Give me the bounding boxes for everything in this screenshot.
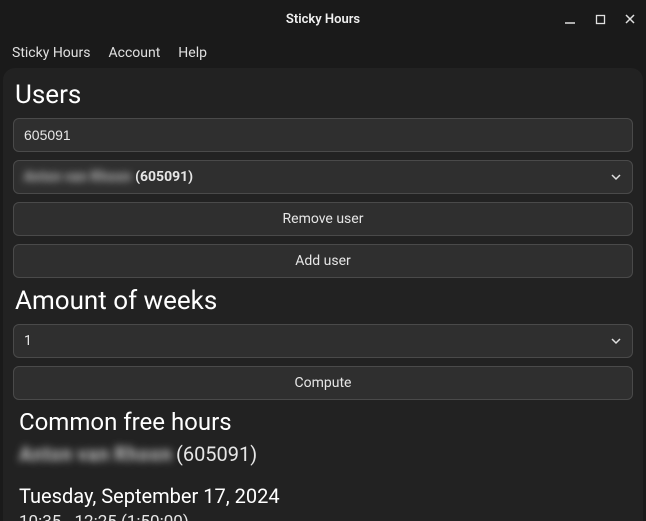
window-title: Sticky Hours: [286, 12, 360, 27]
minimize-icon[interactable]: [562, 11, 578, 27]
client-area: Users Anton van Rhoon (605091) Remove us…: [3, 68, 643, 521]
results-date: Tuesday, September 17, 2024: [19, 484, 627, 508]
menu-help[interactable]: Help: [178, 45, 207, 61]
weeks-heading: Amount of weeks: [15, 286, 631, 316]
weeks-select-value: 1: [24, 333, 32, 349]
user-select-value: Anton van Rhoon (605091): [24, 169, 193, 185]
remove-user-button[interactable]: Remove user: [13, 202, 633, 236]
user-select[interactable]: Anton van Rhoon (605091): [13, 160, 633, 194]
user-select-name-blurred: Anton van Rhoon: [24, 169, 131, 185]
maximize-icon[interactable]: [592, 11, 608, 27]
results-heading: Common free hours: [19, 408, 627, 436]
results-user-id: (605091): [176, 442, 257, 466]
close-icon[interactable]: [622, 11, 638, 27]
add-user-button[interactable]: Add user: [13, 244, 633, 278]
results-panel: Common free hours Anton van Rhoon (60509…: [13, 408, 633, 521]
menu-account[interactable]: Account: [108, 45, 160, 61]
menubar: Sticky Hours Account Help: [0, 38, 646, 68]
user-search-input[interactable]: [13, 118, 633, 152]
menu-sticky-hours[interactable]: Sticky Hours: [12, 45, 90, 61]
compute-button[interactable]: Compute: [13, 366, 633, 400]
chevron-down-icon: [610, 335, 622, 347]
window-controls: [562, 0, 638, 38]
results-time-slot: 10:35 - 12:25 (1:50:00): [19, 512, 627, 521]
chevron-down-icon: [610, 171, 622, 183]
users-heading: Users: [15, 80, 631, 110]
weeks-select[interactable]: 1: [13, 324, 633, 358]
results-user-line: Anton van Rhoon (605091): [19, 442, 627, 466]
user-select-id: (605091): [135, 169, 193, 185]
results-user-name-blurred: Anton van Rhoon: [19, 442, 172, 466]
titlebar: Sticky Hours: [0, 0, 646, 38]
